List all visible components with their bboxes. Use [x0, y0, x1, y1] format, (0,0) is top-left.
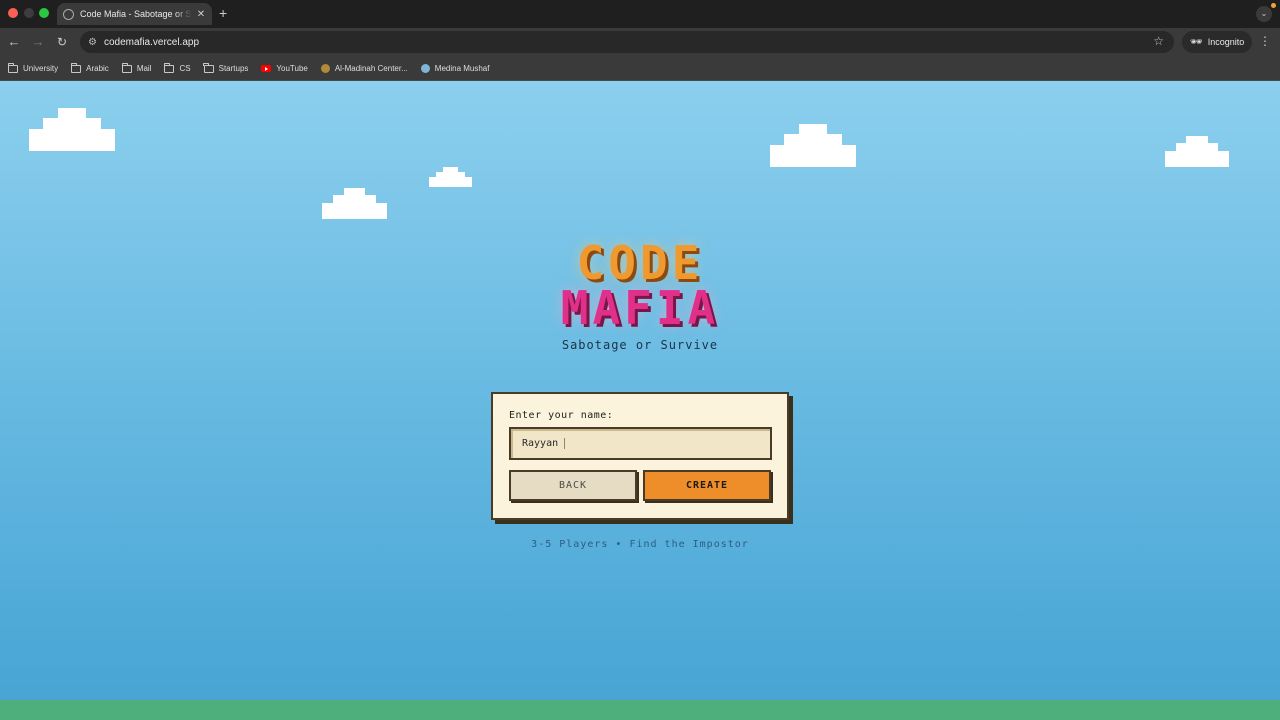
bookmark-folder-university[interactable]: University: [7, 62, 59, 73]
pixel-cloud: [1165, 136, 1229, 167]
pixel-cloud: [429, 167, 472, 187]
bookmark-label: University: [23, 64, 59, 73]
incognito-icon: 🕶: [1190, 36, 1203, 48]
folder-icon: [121, 62, 132, 73]
bookmark-label: Mail: [136, 64, 152, 73]
name-input[interactable]: Rayyan: [509, 427, 772, 460]
logo-line-mafia: MAFIA: [560, 281, 720, 335]
incognito-indicator[interactable]: 🕶 Incognito: [1182, 31, 1253, 53]
browser-tab-bar: Code Mafia - Sabotage or Survive ✕ + ⌄: [0, 0, 1280, 28]
bookmark-folder-cs[interactable]: CS: [164, 62, 191, 73]
more-menu-icon[interactable]: ⋮: [1259, 34, 1271, 48]
browser-tab-active[interactable]: Code Mafia - Sabotage or Survive ✕: [57, 3, 212, 25]
folder-icon: [7, 62, 18, 73]
create-button[interactable]: CREATE: [643, 470, 771, 501]
maximize-window-button[interactable]: [39, 8, 49, 18]
url-text: codemafia.vercel.app: [103, 36, 200, 48]
folder-icon: [203, 62, 214, 73]
create-game-card: Enter your name: Rayyan BACK CREATE: [491, 392, 789, 520]
text-caret: [564, 438, 566, 449]
forward-arrow-icon[interactable]: →: [30, 34, 46, 50]
browser-toolbar: ← → ↻ ⚙ codemafia.vercel.app ☆ 🕶 Incogni…: [0, 28, 1280, 57]
site-favicon-icon: [320, 64, 330, 73]
bookmark-youtube[interactable]: YouTube: [261, 64, 308, 73]
notification-dot: [1271, 3, 1276, 8]
back-button[interactable]: BACK: [509, 470, 637, 501]
bookmark-label: Arabic: [86, 64, 109, 73]
ground-strip: [0, 700, 1280, 720]
pixel-cloud: [770, 124, 856, 167]
address-bar[interactable]: ⚙ codemafia.vercel.app ☆: [80, 31, 1174, 53]
bookmark-label: CS: [179, 64, 191, 73]
bookmark-label: Startups: [218, 64, 249, 73]
close-icon[interactable]: ✕: [196, 9, 206, 20]
bookmark-label: Al-Madinah Center...: [334, 64, 408, 73]
incognito-label: Incognito: [1207, 37, 1245, 47]
reload-icon[interactable]: ↻: [54, 34, 70, 50]
site-settings-icon[interactable]: ⚙: [88, 37, 97, 48]
site-favicon-icon: [420, 64, 430, 73]
players-info: 3-5 Players • Find the Impostor: [531, 539, 749, 550]
globe-icon: [63, 8, 74, 20]
youtube-icon: [261, 65, 272, 72]
name-field-label: Enter your name:: [509, 410, 614, 421]
bookmark-folder-mail[interactable]: Mail: [121, 62, 152, 73]
bookmark-star-icon[interactable]: ☆: [1153, 34, 1164, 48]
pixel-cloud: [322, 188, 387, 219]
tab-title: Code Mafia - Sabotage or Survive: [80, 9, 192, 19]
bookmark-al-madinah-center[interactable]: Al-Madinah Center...: [320, 64, 408, 73]
tagline: Sabotage or Survive: [561, 338, 719, 352]
bookmark-label: YouTube: [276, 64, 308, 73]
folder-icon: [70, 62, 82, 73]
chevron-down-icon[interactable]: ⌄: [1256, 6, 1272, 22]
minimize-window-button[interactable]: [24, 8, 34, 18]
new-tab-plus-icon[interactable]: +: [219, 5, 227, 21]
game-page: CODE MAFIA Sabotage or Survive Enter you…: [0, 81, 1280, 720]
bookmark-label: Medina Mushaf: [434, 64, 490, 73]
pixel-cloud: [29, 108, 115, 151]
name-input-value: Rayyan: [522, 438, 559, 449]
close-window-button[interactable]: [8, 8, 18, 18]
back-arrow-icon[interactable]: ←: [6, 34, 22, 50]
folder-icon: [164, 62, 175, 73]
bookmark-medina-mushaf[interactable]: Medina Mushaf: [420, 64, 490, 73]
bookmark-folder-arabic[interactable]: Arabic: [70, 62, 109, 73]
bookmarks-bar: University Arabic Mail CS Startups YouTu…: [0, 57, 1280, 81]
bookmark-folder-startups[interactable]: Startups: [203, 62, 249, 73]
